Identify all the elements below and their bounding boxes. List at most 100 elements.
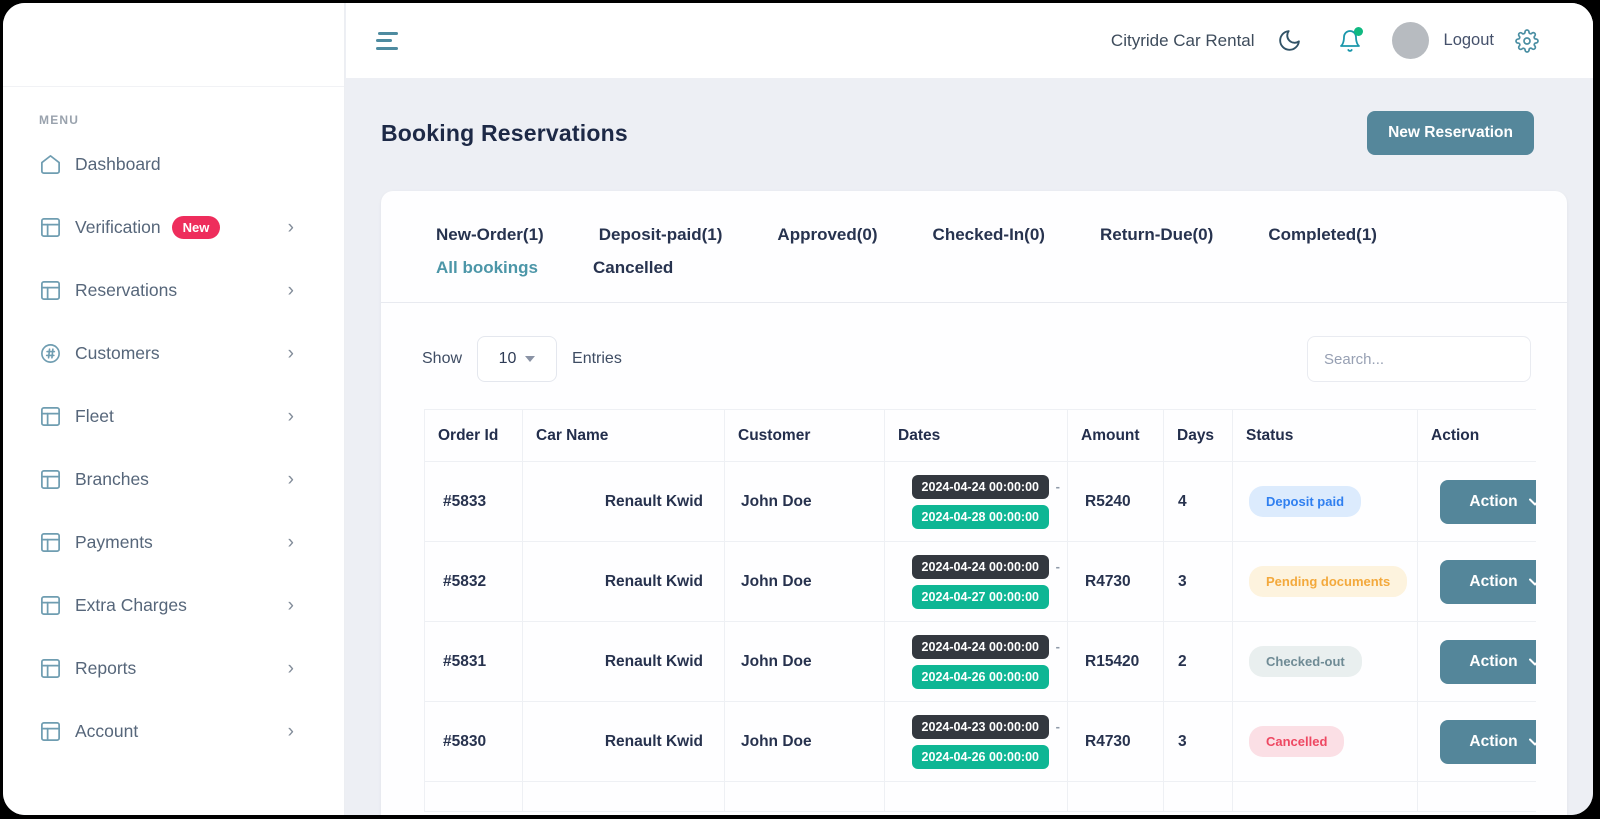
- date-from-badge: 2024-04-24 00:00:00: [912, 635, 1049, 659]
- page-size-select[interactable]: 10: [477, 336, 557, 382]
- sidebar-item-extra-charges[interactable]: Extra Charges ›: [3, 574, 344, 637]
- sidebar-section-label: MENU: [39, 113, 344, 127]
- logout-button[interactable]: Logout: [1444, 31, 1494, 50]
- home-icon: [39, 153, 62, 176]
- status-badge: Cancelled: [1249, 726, 1344, 757]
- sidebar-item-reservations[interactable]: Reservations ›: [3, 259, 344, 322]
- days: 2: [1164, 622, 1233, 702]
- hamburger-menu-icon[interactable]: [376, 32, 398, 50]
- action-cell: Action: [1418, 702, 1537, 782]
- col-header-dates: Dates: [885, 410, 1068, 462]
- page-content: Booking Reservations New Reservation New…: [346, 78, 1593, 815]
- sidebar-item-dashboard[interactable]: Dashboard: [3, 133, 344, 196]
- action-button-label: Action: [1469, 653, 1517, 671]
- dates-cell: 2024-04-24 00:00:00- 2024-04-27 00:00:00: [885, 542, 1068, 622]
- status-cell: Pending documents: [1233, 542, 1418, 622]
- tab-approved[interactable]: Approved(0): [777, 225, 877, 245]
- customer-name: John Doe: [725, 702, 885, 782]
- layout-icon: [39, 279, 62, 302]
- notification-dot: [1354, 27, 1363, 36]
- gear-icon[interactable]: [1515, 29, 1539, 53]
- date-from-badge: 2024-04-24 00:00:00: [912, 475, 1049, 499]
- chevron-right-icon: ›: [288, 659, 294, 678]
- show-label: Show: [422, 350, 462, 368]
- car-name: Renault Kwid: [523, 542, 725, 622]
- chevron-right-icon: ›: [288, 218, 294, 237]
- layout-icon: [39, 720, 62, 743]
- amount: R4730: [1068, 702, 1164, 782]
- entries-label: Entries: [572, 350, 622, 368]
- tab-return-due[interactable]: Return-Due(0): [1100, 225, 1213, 245]
- reservations-table: Order Id Car Name Customer Dates Amount …: [424, 409, 1536, 812]
- sidebar-item-account[interactable]: Account ›: [3, 700, 344, 763]
- search-input[interactable]: [1307, 336, 1531, 382]
- table-row: #5833 Renault Kwid John Doe 2024-04-24 0…: [425, 462, 1537, 542]
- sidebar-item-branches[interactable]: Branches ›: [3, 448, 344, 511]
- amount: R15420: [1068, 622, 1164, 702]
- car-name: Renault Kwid: [523, 462, 725, 542]
- action-cell: Action: [1418, 622, 1537, 702]
- avatar[interactable]: [1392, 22, 1429, 59]
- sidebar-item-label: Reservations: [75, 280, 177, 301]
- car-name: Renault Kwid: [523, 622, 725, 702]
- bell-icon[interactable]: [1338, 29, 1362, 53]
- action-button[interactable]: Action: [1440, 480, 1536, 524]
- status-badge: Checked-out: [1249, 646, 1362, 677]
- car-name: Renault Kwid: [523, 702, 725, 782]
- sidebar-item-label: Account: [75, 721, 138, 742]
- action-cell: Action: [1418, 462, 1537, 542]
- amount: R4730: [1068, 542, 1164, 622]
- tab-all-bookings[interactable]: All bookings: [436, 258, 538, 278]
- date-range-dash: -: [1056, 639, 1060, 654]
- tab-completed[interactable]: Completed(1): [1268, 225, 1377, 245]
- table-row: #5831 Renault Kwid John Doe 2024-04-24 0…: [425, 622, 1537, 702]
- tab-deposit-paid[interactable]: Deposit-paid(1): [599, 225, 723, 245]
- col-header-days: Days: [1164, 410, 1233, 462]
- sidebar-item-label: Payments: [75, 532, 153, 553]
- dates-cell: 2024-04-24 00:00:00- 2024-04-28 00:00:00: [885, 462, 1068, 542]
- date-from-badge: 2024-04-24 00:00:00: [912, 555, 1049, 579]
- sidebar-item-payments[interactable]: Payments ›: [3, 511, 344, 574]
- date-to-badge: 2024-04-26 00:00:00: [912, 665, 1049, 689]
- col-header-amount: Amount: [1068, 410, 1164, 462]
- action-button-label: Action: [1469, 573, 1517, 591]
- new-reservation-button[interactable]: New Reservation: [1367, 111, 1534, 155]
- action-button[interactable]: Action: [1440, 640, 1536, 684]
- tab-new-order[interactable]: New-Order(1): [436, 225, 544, 245]
- page-header: Booking Reservations New Reservation: [381, 111, 1567, 155]
- sidebar-item-label: Extra Charges: [75, 595, 187, 616]
- sidebar-item-reports[interactable]: Reports ›: [3, 637, 344, 700]
- sidebar-item-label: Reports: [75, 658, 136, 679]
- date-to-badge: 2024-04-27 00:00:00: [912, 585, 1049, 609]
- layout-icon: [39, 216, 62, 239]
- sidebar-item-customers[interactable]: Customers ›: [3, 322, 344, 385]
- sidebar-item-label: Customers: [75, 343, 160, 364]
- col-header-customer: Customer: [725, 410, 885, 462]
- sidebar-item-verification[interactable]: Verification New ›: [3, 196, 344, 259]
- action-button[interactable]: Action: [1440, 560, 1536, 604]
- moon-icon[interactable]: [1277, 28, 1302, 53]
- caret-down-icon: [525, 356, 535, 362]
- app-window: MENU Dashboard Verification New ›: [3, 3, 1593, 815]
- table-controls: Show 10 Entries: [381, 303, 1567, 409]
- dates-cell: 2024-04-24 00:00:00- 2024-04-26 00:00:00: [885, 622, 1068, 702]
- action-button[interactable]: Action: [1440, 720, 1536, 764]
- sidebar-item-fleet[interactable]: Fleet ›: [3, 385, 344, 448]
- status-cell: Cancelled: [1233, 702, 1418, 782]
- tab-checked-in[interactable]: Checked-In(0): [933, 225, 1045, 245]
- date-range-dash: -: [1056, 559, 1060, 574]
- topbar-right: Cityride Car Rental Logout: [1111, 22, 1539, 59]
- topbar: Cityride Car Rental Logout: [346, 3, 1593, 78]
- chevron-right-icon: ›: [288, 281, 294, 300]
- chevron-right-icon: ›: [288, 344, 294, 363]
- chevron-right-icon: ›: [288, 596, 294, 615]
- order-id: #5831: [425, 622, 523, 702]
- order-id: #5833: [425, 462, 523, 542]
- status-badge: Pending documents: [1249, 566, 1407, 597]
- customer-name: John Doe: [725, 622, 885, 702]
- status-tabs: New-Order(1) Deposit-paid(1) Approved(0)…: [381, 191, 1567, 303]
- chevron-right-icon: ›: [288, 533, 294, 552]
- tab-cancelled[interactable]: Cancelled: [593, 258, 673, 278]
- col-header-status: Status: [1233, 410, 1418, 462]
- sidebar-item-label: Fleet: [75, 406, 114, 427]
